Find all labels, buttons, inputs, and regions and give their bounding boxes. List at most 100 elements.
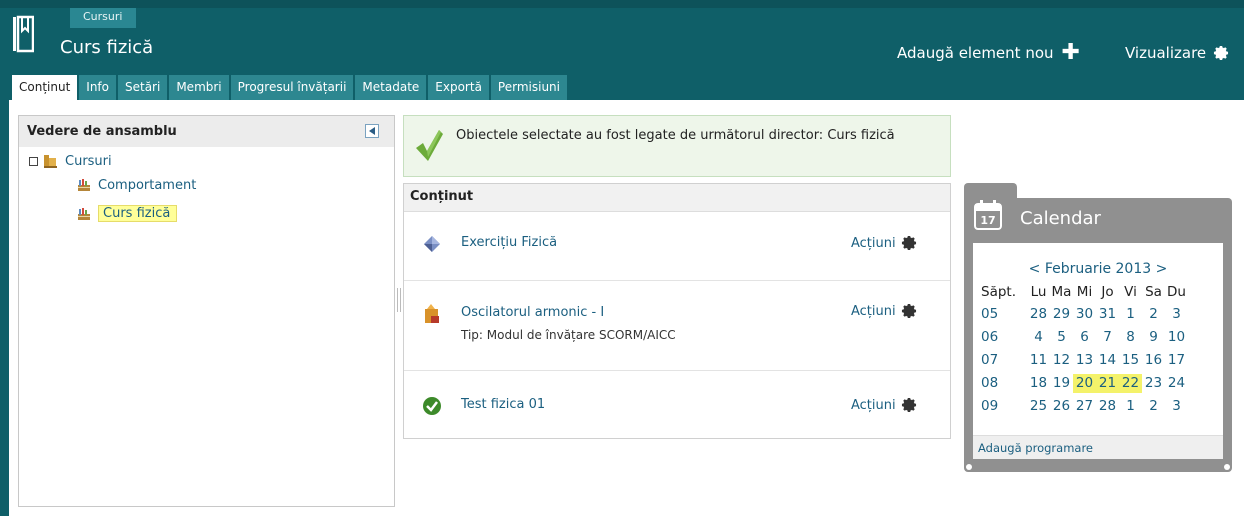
month-navigation[interactable]: < Februarie 2013 >: [973, 261, 1223, 277]
actions-label: Acțiuni: [851, 235, 896, 251]
calendar-day[interactable]: 16: [1142, 351, 1165, 370]
calendar-day[interactable]: 14: [1096, 351, 1119, 370]
calendar-day[interactable]: 23: [1142, 374, 1165, 393]
success-message: Obiectele selectate au fost legate de ur…: [403, 115, 951, 177]
week-number[interactable]: 05: [981, 305, 1027, 324]
calendar-day[interactable]: 2: [1142, 397, 1165, 416]
tab-settings[interactable]: Setări: [118, 75, 168, 100]
calendar-week-row: 07 11 12 13 14 15 16 17: [981, 351, 1188, 370]
week-number[interactable]: 06: [981, 328, 1027, 347]
tab-export[interactable]: Exportă: [428, 75, 489, 100]
list-item: Test fizica 01 Acțiuni: [404, 371, 950, 438]
exercise-icon: [424, 236, 440, 252]
actions-dropdown[interactable]: Acțiuni: [851, 234, 918, 252]
success-message-text: Obiectele selectate au fost legate de ur…: [456, 128, 895, 143]
calendar-day[interactable]: 1: [1119, 305, 1142, 324]
week-column-header: Săpt.: [981, 284, 1016, 300]
calendar-week-row: 06 4 5 6 7 8 9 10: [981, 328, 1188, 347]
calendar-day[interactable]: 29: [1050, 305, 1073, 324]
calendar-day[interactable]: 26: [1050, 397, 1073, 416]
gear-icon: [1214, 45, 1229, 61]
calendar-day-highlighted[interactable]: 20: [1073, 374, 1096, 393]
calendar-day[interactable]: 15: [1119, 351, 1142, 370]
add-element-button[interactable]: Adaugă element nou ✚: [897, 40, 1080, 65]
item-title-link[interactable]: Test fizica 01: [461, 397, 545, 412]
calendar-day[interactable]: 30: [1073, 305, 1096, 324]
test-check-icon: [423, 397, 441, 415]
calendar-day[interactable]: 31: [1096, 305, 1119, 324]
add-appointment-link[interactable]: Adaugă programare: [973, 435, 1223, 459]
weekday-header: Vi: [1124, 284, 1137, 300]
weekday-header: Du: [1167, 284, 1186, 300]
calendar-day[interactable]: 25: [1027, 397, 1050, 416]
breadcrumb[interactable]: Cursuri: [70, 8, 136, 28]
calendar-day[interactable]: 4: [1027, 328, 1050, 347]
calendar-day[interactable]: 3: [1165, 305, 1188, 324]
calendar-day[interactable]: 28: [1096, 397, 1119, 416]
collapse-panel-button[interactable]: [365, 124, 379, 138]
panel-splitter-handle[interactable]: [397, 288, 401, 312]
calendar-day[interactable]: 12: [1050, 351, 1073, 370]
triangle-left-icon: [369, 127, 375, 135]
calendar-day[interactable]: 10: [1165, 328, 1188, 347]
calendar-day-highlighted[interactable]: 22: [1119, 374, 1142, 393]
calendar-day[interactable]: 13: [1073, 351, 1096, 370]
tree-item-label: Cursuri: [65, 153, 112, 169]
calendar-day[interactable]: 5: [1050, 328, 1073, 347]
calendar-day[interactable]: 3: [1165, 397, 1188, 416]
tree-item-comportament[interactable]: Comportament: [76, 177, 196, 193]
calendar-day[interactable]: 19: [1050, 374, 1073, 393]
app-header: Cursuri Curs fizică Adaugă element nou ✚…: [0, 0, 1244, 100]
tab-members[interactable]: Membri: [169, 75, 229, 100]
item-type-text: Tip: Modul de învățare SCORM/AICC: [461, 328, 676, 342]
calendar-body: < Februarie 2013 > Săpt. Lu Ma Mi Jo Vi …: [973, 243, 1223, 459]
calendar-day[interactable]: 18: [1027, 374, 1050, 393]
tab-permissions[interactable]: Permisiuni: [490, 75, 567, 100]
corner-rivet: [966, 464, 972, 470]
folder-icon: [44, 155, 57, 168]
actions-label: Acțiuni: [851, 303, 896, 319]
tab-learning-progress[interactable]: Progresul învățarii: [230, 75, 354, 100]
gear-icon: [901, 235, 916, 251]
tree-item-curs-fizica[interactable]: Curs fizică: [76, 205, 178, 222]
calendar-day[interactable]: 7: [1096, 328, 1119, 347]
list-item: Oscilatorul armonic - I Tip: Modul de în…: [404, 281, 950, 371]
plus-icon: ✚: [1061, 40, 1080, 65]
tab-content[interactable]: Conținut: [12, 75, 78, 100]
calendar-day[interactable]: 24: [1165, 374, 1188, 393]
book-logo-icon: [13, 15, 34, 53]
view-menu-button[interactable]: Vizualizare: [1125, 44, 1230, 62]
calendar-day-highlighted[interactable]: 21: [1096, 374, 1119, 393]
gear-icon: [901, 303, 916, 319]
actions-label: Acțiuni: [851, 397, 896, 413]
tree-title: Vedere de ansamblu: [27, 124, 177, 139]
calendar-day[interactable]: 28: [1027, 305, 1050, 324]
actions-dropdown[interactable]: Acțiuni: [851, 396, 918, 414]
calendar-day[interactable]: 2: [1142, 305, 1165, 324]
calendar-day[interactable]: 6: [1073, 328, 1096, 347]
week-number[interactable]: 07: [981, 351, 1027, 370]
tab-info[interactable]: Info: [79, 75, 116, 100]
weekday-header: Sa: [1145, 284, 1162, 300]
tree-item-cursuri[interactable]: Cursuri: [29, 153, 112, 169]
calendar-day[interactable]: 9: [1142, 328, 1165, 347]
week-number[interactable]: 09: [981, 397, 1027, 416]
tree-collapse-toggle[interactable]: [29, 156, 38, 166]
item-title-link[interactable]: Exercițiu Fizică: [461, 235, 557, 250]
header-top-stripe: [0, 0, 1244, 8]
week-number[interactable]: 08: [981, 374, 1027, 393]
calendar-day[interactable]: 8: [1119, 328, 1142, 347]
calendar-icon: 17: [974, 200, 1002, 230]
calendar-day[interactable]: 1: [1119, 397, 1142, 416]
tab-metadata[interactable]: Metadate: [355, 75, 427, 100]
item-title-link[interactable]: Oscilatorul armonic - I: [461, 305, 604, 320]
actions-dropdown[interactable]: Acțiuni: [851, 302, 918, 320]
tree-item-label: Comportament: [98, 177, 197, 193]
scorm-module-icon: [425, 304, 439, 323]
calendar-day[interactable]: 27: [1073, 397, 1096, 416]
calendar-day[interactable]: 11: [1027, 351, 1050, 370]
tab-bar: Conținut Info Setări Membri Progresul în…: [12, 75, 569, 100]
calendar-day[interactable]: 17: [1165, 351, 1188, 370]
tree-item-label-selected: Curs fizică: [98, 205, 178, 222]
tree-header: Vedere de ansamblu: [19, 116, 394, 147]
